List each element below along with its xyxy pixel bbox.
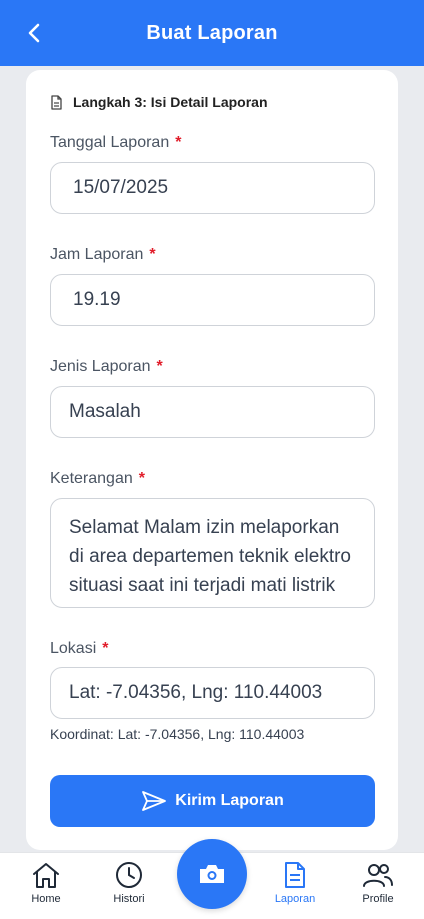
nav-item-histori[interactable]: Histori (89, 861, 169, 905)
keterangan-textarea[interactable]: Selamat Malam izin melaporkan di area de… (50, 498, 375, 608)
submit-label: Kirim Laporan (175, 792, 284, 809)
nav-item-laporan[interactable]: Laporan (255, 861, 335, 905)
keterangan-label: Keterangan * (50, 470, 145, 488)
clock-icon (116, 862, 142, 888)
jenis-field[interactable]: Masalah (50, 386, 375, 438)
submit-button[interactable]: Kirim Laporan (50, 775, 375, 827)
lokasi-label: Lokasi * (50, 640, 108, 658)
jenis-label: Jenis Laporan * (50, 358, 163, 376)
required-marker: * (175, 134, 182, 151)
tanggal-label: Tanggal Laporan * (50, 134, 181, 152)
tanggal-label-text: Tanggal Laporan (50, 134, 170, 151)
step-label: Langkah 3: Isi Detail Laporan (73, 94, 268, 110)
camera-icon (200, 865, 224, 883)
required-marker: * (102, 640, 109, 657)
keterangan-label-text: Keterangan (50, 470, 133, 487)
jenis-label-text: Jenis Laporan (50, 358, 151, 375)
document-icon (285, 862, 305, 888)
lokasi-label-text: Lokasi (50, 640, 97, 657)
required-marker: * (138, 470, 145, 487)
tanggal-field[interactable]: 15/07/2025 (50, 162, 375, 214)
coordinate-text: Koordinat: Lat: -7.04356, Lng: 110.44003 (50, 726, 305, 742)
nav-label-home: Home (31, 893, 61, 905)
send-icon (142, 791, 167, 811)
users-icon (363, 864, 393, 887)
jam-field[interactable]: 19.19 (50, 274, 375, 326)
document-icon (51, 94, 62, 110)
home-icon (33, 863, 59, 888)
lokasi-field[interactable]: Lat: -7.04356, Lng: 110.44003 (50, 667, 375, 719)
nav-item-profile[interactable]: Profile (338, 861, 418, 905)
step-header: Langkah 3: Isi Detail Laporan (50, 94, 268, 110)
camera-button[interactable] (177, 839, 247, 909)
chevron-left-icon (28, 23, 40, 43)
page-title: Buat Laporan (146, 21, 278, 44)
nav-item-home[interactable]: Home (6, 861, 86, 905)
nav-label-laporan: Laporan (274, 893, 316, 905)
jam-label-text: Jam Laporan (50, 246, 144, 263)
jam-label: Jam Laporan * (50, 246, 156, 264)
form-card: Langkah 3: Isi Detail Laporan Tanggal La… (26, 70, 398, 850)
app-bar: Buat Laporan (0, 0, 424, 66)
required-marker: * (156, 358, 163, 375)
required-marker: * (149, 246, 156, 263)
nav-label-histori: Histori (113, 893, 145, 905)
back-button[interactable] (22, 21, 46, 45)
nav-label-profile: Profile (362, 893, 394, 905)
